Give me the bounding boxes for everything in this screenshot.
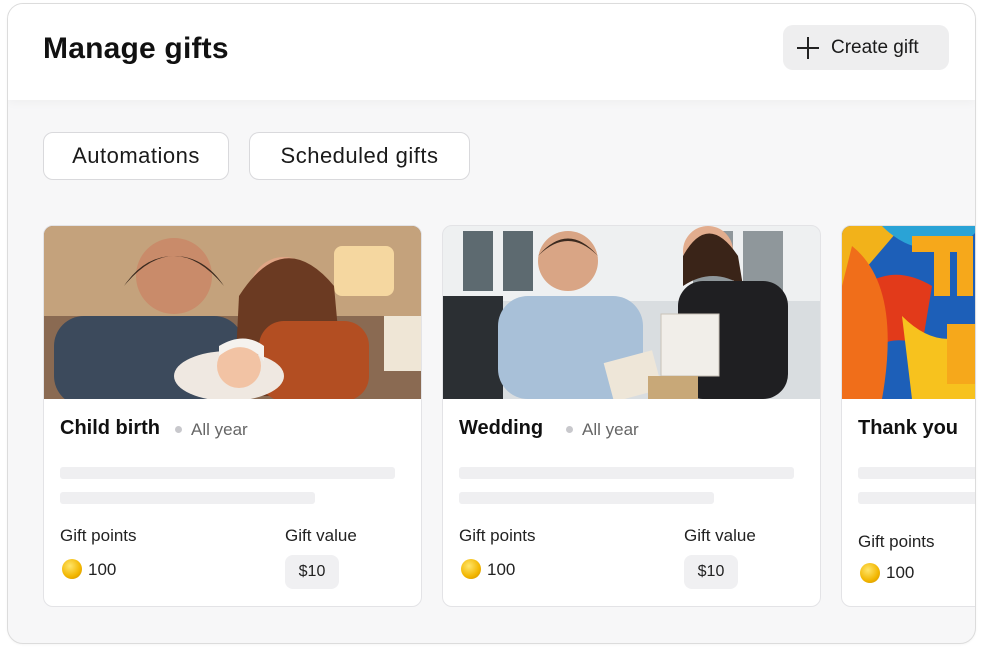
- card-period: All year: [191, 420, 248, 439]
- tab-automations-label: Automations: [72, 143, 200, 168]
- gift-points-value: 100: [886, 563, 915, 582]
- tab-scheduled-gifts-label: Scheduled gifts: [280, 143, 439, 168]
- gift-value-badge: $10: [285, 555, 339, 589]
- plus-icon: [797, 36, 819, 59]
- description-placeholder-line: [60, 492, 315, 504]
- gift-points-label: Gift points: [858, 532, 935, 551]
- gift-card-thank-you[interactable]: Thank you Gift points 100: [841, 225, 975, 607]
- description-placeholder-line: [459, 492, 714, 504]
- card-title: Child birth: [60, 417, 160, 439]
- gift-points-value: 100: [487, 560, 516, 579]
- gift-points-value: 100: [88, 560, 117, 579]
- create-gift-button[interactable]: Create gift: [783, 25, 949, 70]
- tab-scheduled-gifts[interactable]: Scheduled gifts: [249, 132, 470, 180]
- description-placeholder-line: [858, 492, 975, 504]
- gift-points-label: Gift points: [60, 526, 137, 545]
- gift-value-badge: $10: [684, 555, 738, 589]
- thank-you-photo: [842, 226, 975, 399]
- wedding-photo: [443, 226, 820, 399]
- gift-value-text: $10: [697, 563, 725, 580]
- gift-value-text: $10: [298, 563, 326, 580]
- coin-icon: [860, 563, 880, 583]
- gift-card-wedding[interactable]: Wedding All year Gift points Gift value …: [442, 225, 821, 607]
- page-title: Manage gifts: [43, 32, 229, 65]
- manage-gifts-window: Manage gifts Create gift Automations Sch…: [7, 3, 976, 644]
- description-placeholder-line: [459, 467, 794, 479]
- gift-points-label: Gift points: [459, 526, 536, 545]
- separator-dot: [566, 426, 573, 433]
- create-gift-label: Create gift: [831, 36, 919, 58]
- tab-automations[interactable]: Automations: [43, 132, 229, 180]
- card-title: Wedding: [459, 417, 544, 439]
- gift-value-label: Gift value: [285, 526, 357, 545]
- card-title: Thank you: [858, 417, 959, 439]
- card-period: All year: [582, 420, 639, 439]
- gift-card-child-birth[interactable]: Child birth All year Gift points Gift va…: [43, 225, 422, 607]
- child-birth-photo: [44, 226, 421, 399]
- gift-value-label: Gift value: [684, 526, 756, 545]
- separator-dot: [175, 426, 182, 433]
- header: Manage gifts Create gift: [8, 4, 975, 100]
- description-placeholder-line: [858, 467, 975, 479]
- coin-icon: [461, 559, 481, 579]
- coin-icon: [62, 559, 82, 579]
- description-placeholder-line: [60, 467, 395, 479]
